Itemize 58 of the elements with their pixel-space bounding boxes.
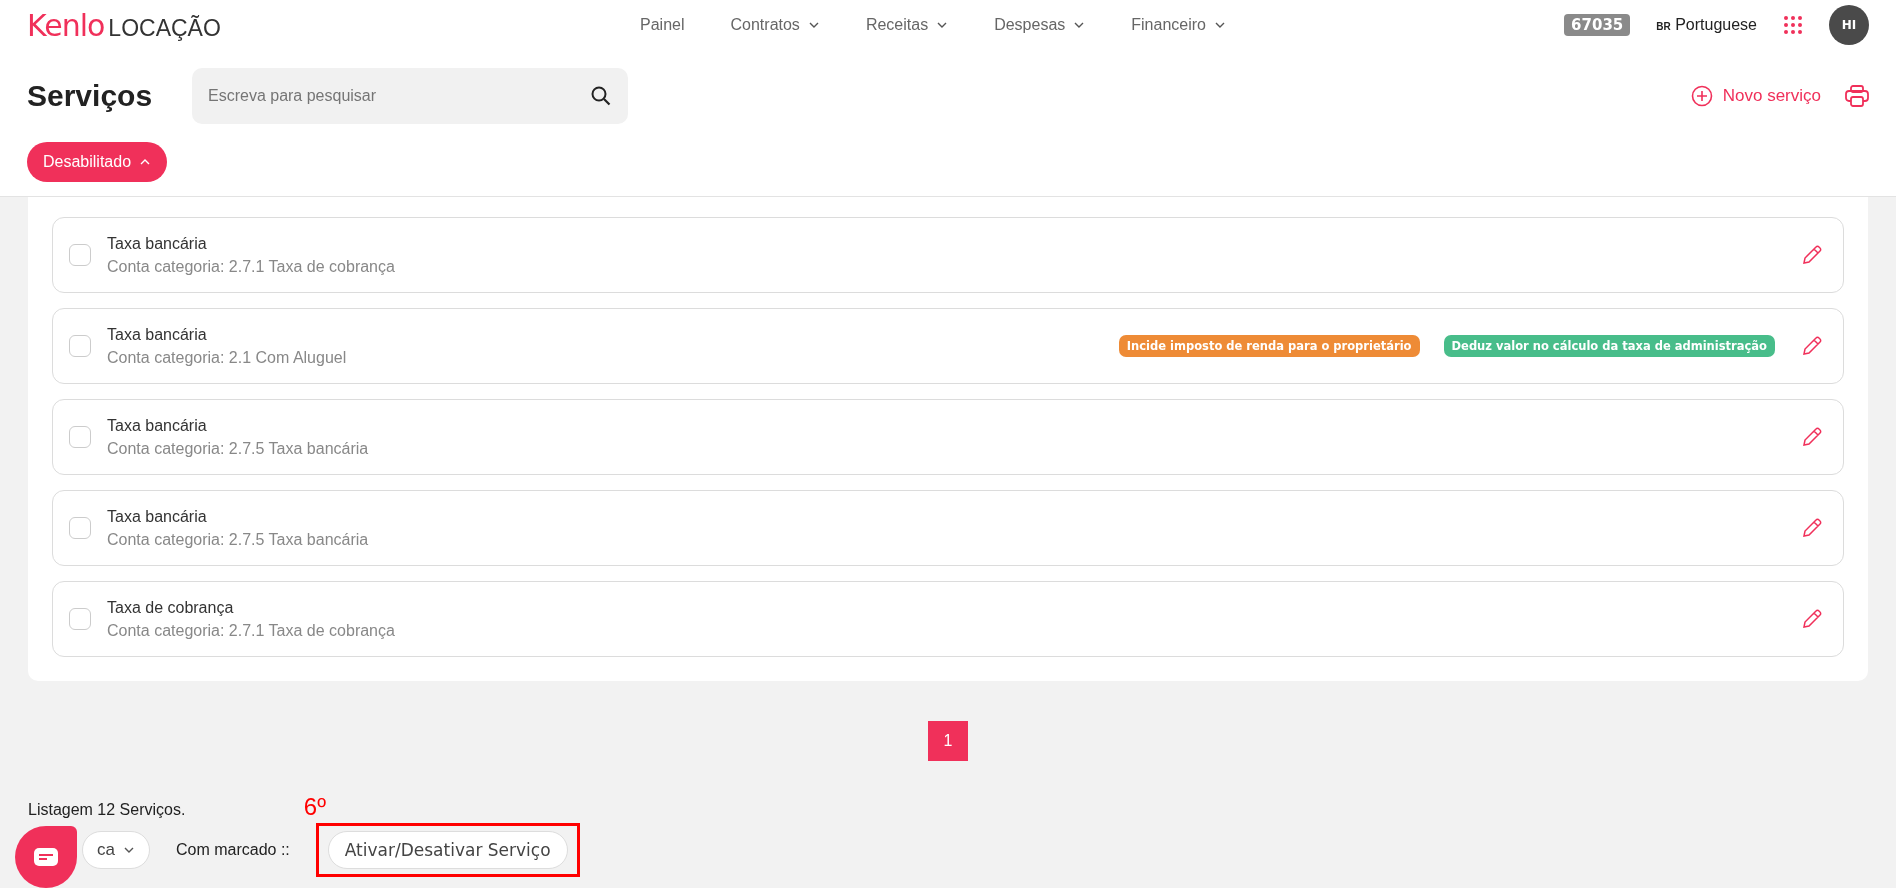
service-name: Taxa bancária xyxy=(107,416,208,435)
plus-circle-icon xyxy=(1690,85,1713,107)
checkbox[interactable] xyxy=(69,426,91,448)
chevron-down-icon[interactable] xyxy=(1214,21,1226,29)
listing-summary: Listagem 12 Serviços. xyxy=(28,801,186,819)
language-selector[interactable]: BR Portuguese xyxy=(1656,16,1757,34)
service-card[interactable]: Taxa bancária Conta categoria: 2.1 Com Aluguel Incide imposto de renda para o proprietário Deduz valor no cálculo da taxa de administração xyxy=(52,308,1844,384)
chat-icon xyxy=(33,847,59,867)
service-tag: Incide imposto de renda para o proprietário xyxy=(1118,335,1420,357)
checkbox[interactable] xyxy=(69,244,91,266)
nav-link[interactable]: Contratos xyxy=(730,16,800,34)
checkbox[interactable] xyxy=(69,608,91,630)
printer-icon[interactable] xyxy=(1845,85,1869,107)
page-number-button[interactable]: 1 xyxy=(928,721,968,761)
pencil-icon[interactable] xyxy=(1801,608,1823,630)
toggle-service-button[interactable]: Ativar/Desativar Serviço xyxy=(327,831,568,869)
service-card[interactable]: Taxa bancária Conta categoria: 2.7.5 Taxa bancária xyxy=(52,399,1844,475)
service-name: Taxa bancária xyxy=(107,234,208,253)
service-category: Conta categoria: 2.7.1 Taxa de cobrança xyxy=(107,257,396,276)
page-title: Serviços xyxy=(27,79,154,113)
logo[interactable]: Kenlo LOCAÇÃO xyxy=(27,7,221,43)
pencil-icon[interactable] xyxy=(1801,426,1823,448)
nav-link[interactable]: Despesas xyxy=(994,16,1066,34)
apps-grid-icon[interactable] xyxy=(1783,15,1803,35)
service-category: Conta categoria: 2.7.1 Taxa de cobrança xyxy=(107,621,396,640)
service-name: Taxa bancária xyxy=(107,325,208,344)
service-name: Taxa de cobrança xyxy=(107,598,235,617)
chevron-down-icon[interactable] xyxy=(807,21,820,29)
chevron-down-icon[interactable] xyxy=(936,21,949,29)
checkbox[interactable] xyxy=(69,517,91,539)
service-category: Conta categoria: 2.7.5 Taxa bancária xyxy=(107,439,370,458)
nav-link[interactable]: Receitas xyxy=(865,16,929,34)
select-dropdown[interactable]: ca xyxy=(82,831,150,869)
service-category: Conta categoria: 2.1 Com Aluguel xyxy=(107,348,348,367)
service-card[interactable]: Taxa de cobrança Conta categoria: 2.7.1 Taxa de cobrança xyxy=(52,581,1844,657)
checkbox[interactable] xyxy=(69,335,91,357)
nav-link[interactable]: Financeiro xyxy=(1131,16,1206,34)
service-card[interactable]: Taxa bancária Conta categoria: 2.7.5 Taxa bancária xyxy=(52,490,1844,566)
annotation-label: 6º xyxy=(303,793,326,821)
nav-link[interactable]: Painel xyxy=(640,16,685,34)
search-field[interactable]: Escreva para pesquisar xyxy=(192,68,628,124)
status-filter-button[interactable]: Desabilitado xyxy=(27,142,168,182)
service-name: Taxa bancária xyxy=(107,507,208,526)
pencil-icon[interactable] xyxy=(1801,244,1823,266)
pencil-icon[interactable] xyxy=(1801,335,1823,357)
service-category: Conta categoria: 2.7.5 Taxa bancária xyxy=(107,530,370,549)
pencil-icon[interactable] xyxy=(1801,517,1823,539)
account-code-badge: 67035 xyxy=(1564,14,1631,36)
user-avatar[interactable]: HI xyxy=(1829,5,1869,45)
chevron-icon xyxy=(139,158,152,166)
service-tag: Deduz valor no cálculo da taxa de administração xyxy=(1443,335,1775,357)
search-icon[interactable] xyxy=(590,85,612,107)
chat-button[interactable] xyxy=(15,826,77,888)
chevron-down-icon xyxy=(122,846,135,854)
service-card[interactable]: Taxa bancária Conta categoria: 2.7.1 Taxa de cobrança xyxy=(52,217,1844,293)
chevron-down-icon[interactable] xyxy=(1073,21,1086,29)
with-checked-label: Com marcado :: xyxy=(175,841,290,859)
new-service-button[interactable]: Novo serviço xyxy=(1690,85,1821,107)
